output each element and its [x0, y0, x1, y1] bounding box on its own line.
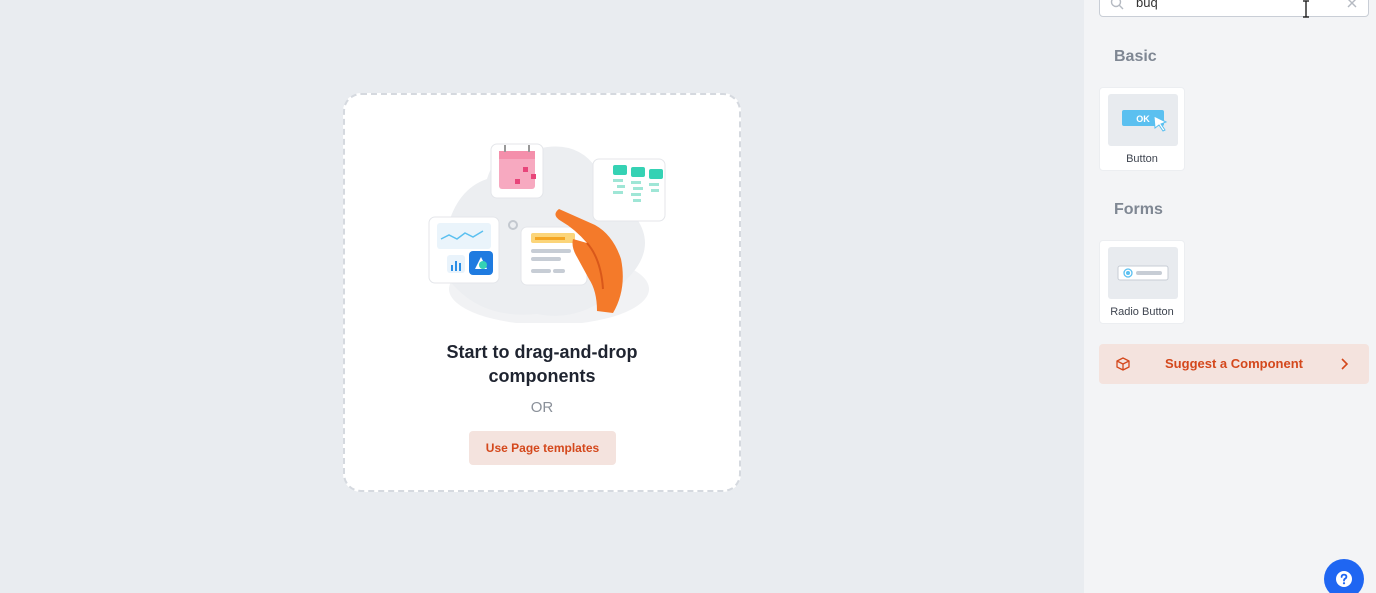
text-cursor-icon — [1303, 0, 1309, 18]
component-tile-button[interactable]: OK Button — [1099, 87, 1185, 171]
empty-state-title: Start to drag-and-drop components — [446, 342, 638, 386]
radio-button-thumbnail — [1108, 247, 1178, 299]
builder-canvas[interactable]: Start to drag-and-drop components OR Use… — [0, 0, 1084, 593]
button-thumbnail: OK — [1108, 94, 1178, 146]
button-ok-icon: OK — [1122, 110, 1168, 132]
use-page-templates-button[interactable]: Use Page templates — [469, 431, 616, 465]
search-icon — [1110, 0, 1124, 10]
or-separator: OR — [530, 399, 554, 416]
component-search-input[interactable]: buq — [1099, 0, 1369, 18]
components-panel: buq Basic OK Button Forms Radio Button S… — [1084, 0, 1376, 593]
drag-drop-illustration-icon — [428, 143, 666, 323]
chevron-right-icon — [1341, 358, 1349, 370]
radio-button-icon — [1117, 265, 1169, 281]
search-value[interactable]: buq — [1136, 0, 1158, 10]
component-label-button: Button — [1126, 153, 1158, 165]
component-label-radio-button: Radio Button — [1110, 306, 1174, 318]
suggest-component-label: Suggest a Component — [1165, 356, 1303, 371]
question-mark-icon — [1336, 571, 1352, 587]
drop-zone[interactable]: Start to drag-and-drop components OR Use… — [343, 93, 741, 492]
ok-thumbnail-text: OK — [1136, 114, 1150, 124]
section-title-basic: Basic — [1114, 48, 1157, 65]
clear-search-icon[interactable] — [1346, 0, 1358, 9]
component-tile-radio-button[interactable]: Radio Button — [1099, 240, 1185, 324]
suggest-component-button[interactable]: Suggest a Component — [1099, 344, 1369, 384]
help-button[interactable] — [1324, 559, 1364, 593]
section-title-forms: Forms — [1114, 201, 1163, 218]
